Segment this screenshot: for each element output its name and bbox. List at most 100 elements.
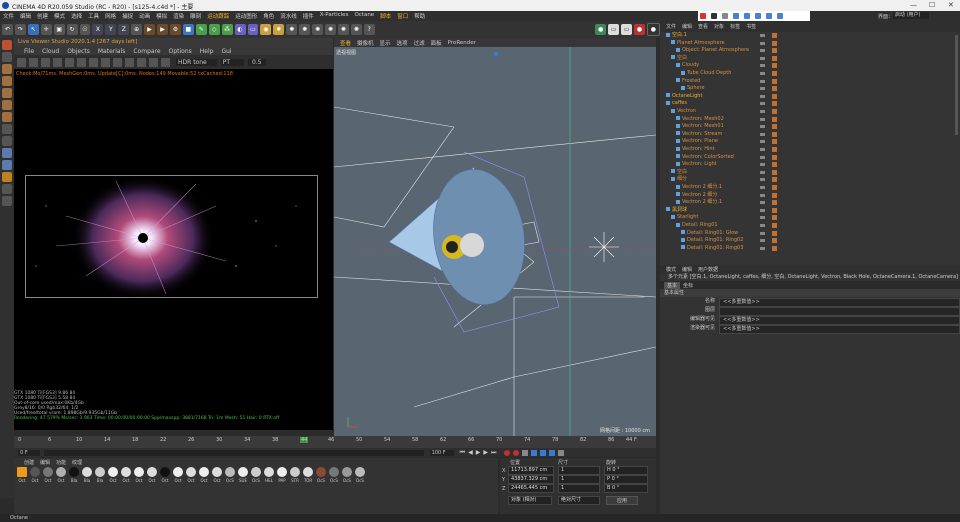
menu-select[interactable]: 选择 <box>71 12 82 20</box>
material-swatch[interactable]: Bla <box>94 467 106 483</box>
visibility-dots-icon[interactable] <box>760 140 765 144</box>
visibility-dots-icon[interactable] <box>760 186 765 189</box>
tag-icon[interactable] <box>772 139 777 145</box>
minimize-button[interactable]: — <box>910 1 917 9</box>
denoise-icon[interactable] <box>149 57 158 67</box>
deformer-icon[interactable]: ◐ <box>234 24 246 35</box>
y-axis-icon[interactable]: Y <box>105 24 117 35</box>
visibility-dots-icon[interactable] <box>760 117 765 121</box>
kernel-dropdown[interactable]: PT <box>220 58 245 66</box>
size-x-field[interactable]: 1 <box>558 466 600 475</box>
end-frame-field[interactable]: 100 F <box>429 449 454 456</box>
microphone-icon[interactable] <box>744 13 750 19</box>
channels-icon[interactable] <box>161 57 170 67</box>
tag-icon[interactable] <box>772 48 777 54</box>
snapping-icon[interactable] <box>2 160 12 170</box>
visibility-dots-icon[interactable] <box>760 41 765 45</box>
tag-icon[interactable] <box>772 40 777 46</box>
render-picture-viewer-icon[interactable]: ▶ <box>157 24 168 35</box>
mat-menu-texture[interactable]: 纹理 <box>72 459 82 466</box>
rotation-p-field[interactable]: P 0 ° <box>604 475 648 484</box>
x-axis-icon[interactable]: X <box>92 24 104 35</box>
visibility-dots-icon[interactable] <box>760 216 765 220</box>
texture-mode-icon[interactable] <box>2 64 12 74</box>
octane-material-icon[interactable]: ● <box>646 23 660 36</box>
xp-collider-icon[interactable]: ✺ <box>337 24 349 35</box>
vp-menu-cameras[interactable]: 摄像机 <box>357 39 374 47</box>
object-row[interactable]: Vectron 2 细分.1 <box>660 199 960 206</box>
xp-emitter-icon[interactable]: ✺ <box>286 24 298 35</box>
material-swatch[interactable]: OcS <box>315 467 327 483</box>
octane-texture-icon[interactable]: ● <box>634 24 645 35</box>
object-row[interactable]: Planet Atmosphere <box>660 40 960 47</box>
go-to-end-icon[interactable]: ⏭ <box>491 449 496 457</box>
tag-icon[interactable] <box>772 109 777 114</box>
visibility-dots-icon[interactable] <box>760 231 765 235</box>
clay-mode-icon[interactable] <box>125 57 134 67</box>
object-row[interactable]: Sphere <box>660 85 960 92</box>
start-frame-field[interactable]: 0 F <box>18 449 40 456</box>
render-settings-icon[interactable]: ⚙ <box>169 24 181 35</box>
xp-modifier-icon[interactable]: ✺ <box>312 24 324 35</box>
mat-menu-edit[interactable]: 编辑 <box>40 459 50 466</box>
object-row[interactable]: Vectron 2 细分 <box>660 192 960 199</box>
model-mode-icon[interactable] <box>2 52 12 62</box>
object-row[interactable]: 空白.1 <box>660 32 956 39</box>
menu-help[interactable]: 帮助 <box>414 12 425 20</box>
coordinate-system-icon[interactable]: ⊕ <box>131 24 143 35</box>
xp-question-icon[interactable]: ? <box>363 24 375 35</box>
visibility-dots-icon[interactable] <box>760 208 765 212</box>
material-swatch[interactable]: Oct <box>159 467 171 483</box>
material-swatch[interactable]: Oct <box>172 467 184 483</box>
menu-create[interactable]: 创建 <box>37 12 48 20</box>
object-row[interactable]: Detail: Ring01 <box>660 222 960 229</box>
visibility-dots-icon[interactable] <box>760 163 765 167</box>
vp-menu-panel[interactable]: 面板 <box>431 39 442 47</box>
go-to-start-icon[interactable]: ⏮ <box>460 449 465 457</box>
autokey-icon[interactable] <box>513 449 520 456</box>
object-row[interactable]: Vectron: Hint <box>660 146 960 153</box>
visibility-dots-icon[interactable] <box>760 201 765 205</box>
menu-render[interactable]: 渲染 <box>173 12 184 20</box>
redo-icon[interactable]: ↷ <box>14 24 26 35</box>
attr-name-field[interactable]: <<多重数值>> <box>719 298 960 307</box>
scale-icon[interactable]: ▣ <box>53 24 65 35</box>
material-swatch[interactable]: OcS <box>250 467 262 483</box>
material-swatch[interactable]: SUE <box>237 467 249 483</box>
object-row[interactable]: Vectron: ColorSorted <box>660 154 960 161</box>
scale-key-icon[interactable] <box>540 449 547 456</box>
material-swatch[interactable]: Oct <box>185 467 197 483</box>
coordinate-mode-dropdown[interactable]: 对象 (相对) <box>508 495 552 505</box>
om-menu-tags[interactable]: 标签 <box>730 23 740 30</box>
object-row[interactable]: caffes <box>660 100 956 107</box>
tag-icon[interactable] <box>772 200 777 206</box>
lv-menu-cloud[interactable]: Cloud <box>42 48 59 55</box>
visibility-dots-icon[interactable] <box>760 155 765 159</box>
menu-motion-tracking[interactable]: 运动跟踪 <box>207 12 229 20</box>
xp-cache-icon[interactable]: ✺ <box>325 24 336 35</box>
menu-mograph[interactable]: 运动图形 <box>235 12 257 20</box>
render-view-icon[interactable]: ▶ <box>144 24 156 35</box>
perspective-viewport[interactable]: 查看 摄像机 显示 选项 过滤 面板 ProRender 透视视图 网格间距:… <box>334 38 656 436</box>
object-row[interactable]: Vectron: Stream <box>660 131 960 138</box>
restart-icon[interactable] <box>29 57 38 67</box>
punctuation-icon[interactable] <box>733 13 739 19</box>
material-swatch[interactable]: OcS <box>354 467 366 483</box>
tag-icon[interactable] <box>772 223 777 228</box>
material-swatch[interactable]: Oct <box>146 467 158 483</box>
make-editable-icon[interactable] <box>2 40 12 50</box>
menu-mesh[interactable]: 网格 <box>105 12 116 20</box>
octane-settings-icon[interactable]: ▭ <box>608 24 620 35</box>
menu-mode[interactable]: 模式 <box>54 12 65 20</box>
visibility-dots-icon[interactable] <box>760 246 765 250</box>
material-swatch[interactable]: Oct <box>42 467 54 483</box>
position-z-field[interactable]: 24465.445 cm <box>508 484 554 493</box>
menu-window[interactable]: 窗口 <box>397 12 408 20</box>
tag-icon[interactable] <box>772 116 777 122</box>
tag-icon[interactable] <box>772 154 777 160</box>
layout-dropdown[interactable]: 启动 (用户) <box>893 12 929 19</box>
lv-menu-objects[interactable]: Objects <box>67 48 90 55</box>
object-row[interactable]: Vectron: Mesh01 <box>660 123 960 130</box>
tab-basic[interactable]: 基本 <box>664 281 681 289</box>
material-swatch[interactable]: TOR <box>302 467 314 483</box>
